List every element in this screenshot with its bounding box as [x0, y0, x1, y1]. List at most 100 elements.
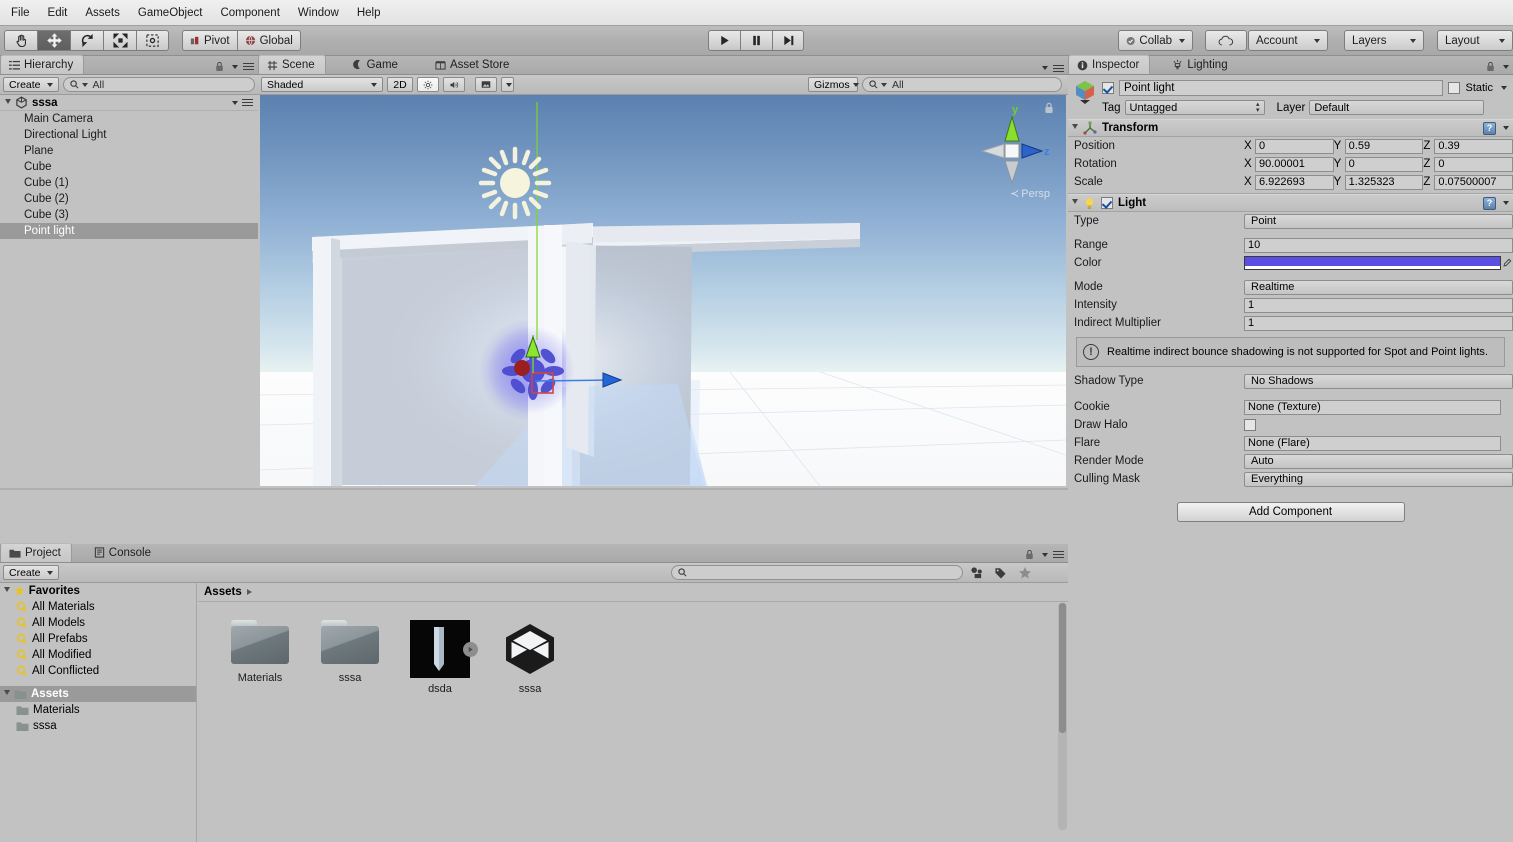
object-name-input[interactable]: Point light — [1119, 80, 1444, 96]
layers-button[interactable]: Layers — [1344, 30, 1424, 51]
scale-y-input[interactable]: 1.325323 — [1344, 174, 1424, 190]
shadow-type-dropdown[interactable]: No Shadows — [1244, 373, 1513, 389]
filter-by-label-button[interactable] — [991, 565, 1011, 580]
color-eyedropper-icon[interactable] — [1501, 258, 1513, 268]
hierarchy-tree[interactable]: sssa Main Camera Directional Light Plane… — [0, 95, 258, 488]
light-range-input[interactable]: 10 — [1244, 237, 1513, 253]
tab-lighting[interactable]: Lighting — [1164, 55, 1238, 74]
hierarchy-item-main-camera[interactable]: Main Camera — [0, 111, 258, 127]
scene-gizmo-lock-icon[interactable] — [1044, 102, 1054, 117]
project-search-input[interactable] — [670, 565, 963, 580]
project-menu-icon[interactable] — [1053, 550, 1064, 559]
menu-edit[interactable]: Edit — [39, 4, 77, 22]
help-icon[interactable]: ? — [1483, 196, 1496, 210]
tab-project[interactable]: Project — [0, 543, 72, 562]
object-enabled-checkbox[interactable] — [1102, 82, 1114, 94]
perspective-mode-label[interactable]: ≺ Persp — [1010, 187, 1050, 200]
culling-mask-dropdown[interactable]: Everything — [1244, 471, 1513, 487]
light-expand-icon[interactable] — [1072, 199, 1078, 207]
light-context-menu-icon[interactable] — [1503, 201, 1509, 205]
menu-window[interactable]: Window — [289, 4, 348, 22]
filter-by-type-button[interactable] — [967, 565, 987, 580]
rotation-y-input[interactable]: 0 — [1344, 156, 1424, 172]
hierarchy-scene-row[interactable]: sssa — [0, 95, 258, 111]
breadcrumb-assets[interactable]: Assets — [204, 586, 242, 598]
tab-console[interactable]: Console — [86, 543, 162, 562]
menu-assets[interactable]: Assets — [76, 4, 129, 22]
layer-dropdown[interactable]: Default — [1309, 100, 1485, 115]
model-preview-play-icon[interactable] — [463, 642, 478, 657]
project-tree-sssa[interactable]: sssa — [0, 718, 196, 734]
render-mode-dropdown[interactable]: Auto — [1244, 453, 1513, 469]
favorite-all-materials[interactable]: All Materials — [0, 599, 196, 615]
inspector-menu-caret-icon[interactable] — [1503, 64, 1509, 69]
asset-item-dsda[interactable]: dsda — [402, 620, 478, 695]
move-gizmo[interactable] — [515, 335, 635, 465]
transform-context-menu-icon[interactable] — [1503, 126, 1509, 130]
lock-icon[interactable] — [215, 61, 224, 72]
project-lock-icon[interactable] — [1025, 549, 1034, 560]
scale-x-input[interactable]: 6.922693 — [1255, 174, 1334, 190]
gizmos-dropdown[interactable]: Gizmos — [808, 77, 859, 92]
toggle-2d-button[interactable]: 2D — [387, 77, 413, 92]
hierarchy-item-cube-1[interactable]: Cube (1) — [0, 175, 258, 191]
global-toggle-button[interactable]: Global — [236, 30, 301, 51]
scene-effects-toggle[interactable] — [475, 77, 497, 92]
light-component-header[interactable]: Light ? — [1068, 194, 1513, 212]
hierarchy-item-cube[interactable]: Cube — [0, 159, 258, 175]
project-menu-caret-icon[interactable] — [1042, 552, 1048, 557]
rotation-x-input[interactable]: 90.00001 — [1255, 156, 1334, 172]
project-tree-materials[interactable]: Materials — [0, 702, 196, 718]
save-search-favorite-button[interactable] — [1015, 565, 1035, 580]
cloud-button[interactable] — [1205, 30, 1247, 51]
position-y-input[interactable]: 0.59 — [1344, 138, 1424, 154]
hierarchy-item-cube-3[interactable]: Cube (3) — [0, 207, 258, 223]
transform-expand-icon[interactable] — [1072, 124, 1078, 132]
project-tree[interactable]: ★ Favorites All Materials All Models All… — [0, 583, 197, 842]
directional-light-gizmo[interactable] — [475, 143, 555, 223]
position-z-input[interactable]: 0.39 — [1434, 138, 1513, 154]
rect-tool-button[interactable] — [136, 30, 169, 51]
scale-z-input[interactable]: 0.07500007 — [1434, 174, 1513, 190]
asset-item-materials[interactable]: Materials — [222, 620, 298, 695]
hierarchy-item-directional-light[interactable]: Directional Light — [0, 127, 258, 143]
scene-search-input[interactable]: All — [862, 77, 1062, 92]
tab-game[interactable]: Game — [344, 55, 409, 74]
hierarchy-search-input[interactable]: All — [62, 77, 255, 92]
light-enabled-checkbox[interactable] — [1101, 197, 1113, 209]
scene-viewport[interactable]: y z ≺ Persp — [260, 95, 1066, 486]
menu-component[interactable]: Component — [211, 4, 288, 22]
light-type-dropdown[interactable]: Point — [1244, 213, 1513, 229]
layout-button[interactable]: Layout — [1437, 30, 1513, 51]
play-button[interactable] — [708, 30, 740, 51]
scene-menu-icon[interactable] — [242, 98, 253, 107]
light-mode-dropdown[interactable]: Realtime — [1244, 279, 1513, 295]
favorite-all-models[interactable]: All Models — [0, 615, 196, 631]
draw-mode-dropdown[interactable]: Shaded — [261, 77, 383, 92]
light-indirect-input[interactable]: 1 — [1244, 315, 1513, 331]
pivot-toggle-button[interactable]: Pivot — [182, 30, 237, 51]
help-icon[interactable]: ? — [1483, 121, 1496, 135]
menu-gameobject[interactable]: GameObject — [129, 4, 212, 22]
assets-expand-icon[interactable] — [4, 690, 10, 698]
move-tool-button[interactable] — [37, 30, 70, 51]
add-component-button[interactable]: Add Component — [1176, 502, 1405, 522]
project-assets-root[interactable]: Assets — [0, 686, 196, 702]
menu-help[interactable]: Help — [348, 4, 390, 22]
light-intensity-input[interactable]: 1 — [1244, 297, 1513, 313]
scene-menu-caret-icon[interactable] — [1042, 66, 1048, 71]
inspector-lock-icon[interactable] — [1486, 61, 1495, 72]
favorite-all-modified[interactable]: All Modified — [0, 647, 196, 663]
scene-expand-icon[interactable] — [5, 98, 11, 107]
favorite-all-conflicted[interactable]: All Conflicted — [0, 663, 196, 679]
scene-panel-menu-icon[interactable] — [1053, 64, 1064, 72]
tab-inspector[interactable]: Inspector — [1068, 55, 1151, 74]
hierarchy-menu-icon[interactable] — [243, 62, 254, 71]
tag-dropdown[interactable]: Untagged ▴ ▾ — [1124, 100, 1265, 115]
pause-button[interactable] — [740, 30, 772, 51]
rotation-z-input[interactable]: 0 — [1434, 156, 1513, 172]
favorites-expand-icon[interactable] — [4, 587, 10, 595]
hierarchy-item-point-light[interactable]: Point light — [0, 223, 258, 239]
menu-file[interactable]: File — [2, 4, 39, 22]
horizontal-splitter[interactable] — [0, 488, 1068, 490]
